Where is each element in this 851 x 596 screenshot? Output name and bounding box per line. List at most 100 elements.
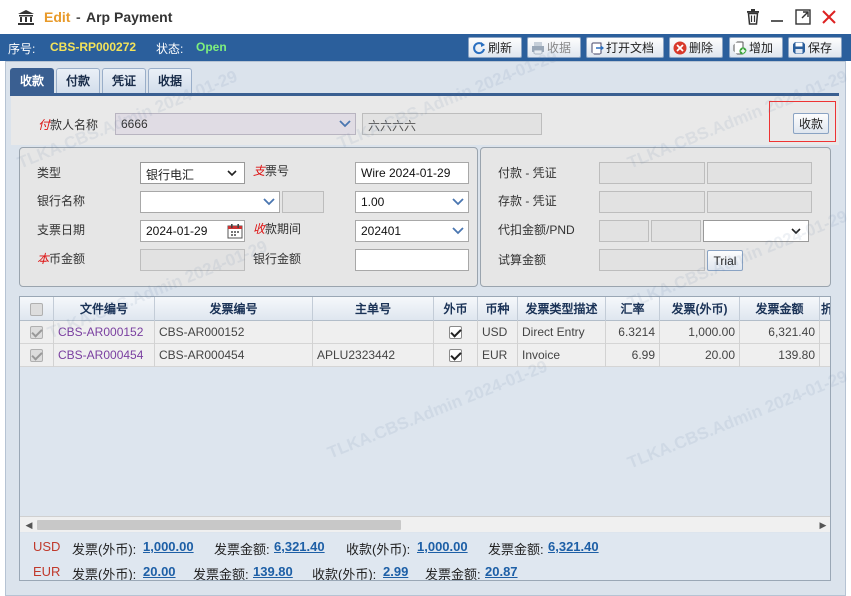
- col-invoice-no[interactable]: 发票编号: [155, 297, 313, 321]
- summary-currency: EUR: [33, 564, 61, 579]
- col-master-no[interactable]: 主单号: [313, 297, 434, 321]
- tab-voucher[interactable]: 凭证: [102, 68, 146, 94]
- payer-label-text: 款人名称: [50, 118, 99, 132]
- trash-icon[interactable]: [744, 8, 762, 26]
- withholding-label: 代扣金额/PND: [498, 223, 575, 237]
- summary-rcv-amount-link[interactable]: 20.87: [485, 564, 518, 579]
- select-all-checkbox[interactable]: [30, 303, 43, 317]
- horizontal-scrollbar[interactable]: ◀ ▶: [20, 516, 830, 532]
- deposit-voucher-field-2: [707, 191, 812, 213]
- summary-inv-amount-link[interactable]: 139.80: [253, 564, 293, 579]
- scrollbar-thumb[interactable]: [37, 520, 401, 530]
- currency-cell: USD: [478, 321, 518, 344]
- chevron-down-icon[interactable]: [448, 221, 468, 241]
- payer-code-combo[interactable]: 6666: [115, 113, 356, 135]
- summary-rcv-foreign-link[interactable]: 2.99: [383, 564, 408, 579]
- collect-button[interactable]: 收款: [793, 113, 829, 134]
- payer-name-value: 六六六六: [368, 119, 417, 133]
- payer-section: 付款人名称 6666 六六六六 收款: [11, 96, 839, 145]
- receive-period-combo[interactable]: 202401: [355, 220, 469, 242]
- tab-receive[interactable]: 收款: [10, 68, 54, 94]
- summary-inv-amount-link[interactable]: 6,321.40: [274, 539, 325, 554]
- col-rate[interactable]: 汇率: [606, 297, 660, 321]
- trial-button[interactable]: Trial: [707, 250, 743, 271]
- calendar-icon[interactable]: [227, 223, 243, 239]
- summary-inv-amount-label: 发票金额:: [214, 542, 270, 557]
- tab-receipt[interactable]: 收据: [148, 68, 192, 94]
- col-invoice-type[interactable]: 发票类型描述: [518, 297, 606, 321]
- foreign-checkbox[interactable]: [449, 326, 462, 340]
- scroll-right-icon[interactable]: ▶: [817, 519, 829, 531]
- master-no-cell: [313, 321, 434, 344]
- summary-rcv-foreign-label: 收款(外币):: [346, 542, 411, 557]
- table-row[interactable]: CBS-AR000454 CBS-AR000454 APLU2323442 EU…: [20, 344, 830, 367]
- row-checkbox[interactable]: [30, 326, 43, 340]
- col-foreign[interactable]: 外币: [434, 297, 478, 321]
- col-discount[interactable]: 折: [820, 297, 830, 321]
- chevron-down-icon[interactable]: [259, 192, 279, 212]
- summary-inv-foreign-label: 发票(外币):: [72, 542, 137, 557]
- cheque-date-field[interactable]: 2024-01-29: [140, 220, 245, 242]
- row-select-cell[interactable]: [20, 321, 54, 344]
- window-title: Arp Payment: [86, 9, 173, 25]
- select-all-header[interactable]: [20, 297, 54, 321]
- tab-pay[interactable]: 付款: [56, 68, 100, 94]
- summary-rcv-foreign-label: 收款(外币):: [312, 567, 377, 581]
- save-icon: [793, 41, 805, 54]
- save-label: 保存: [808, 41, 833, 55]
- doc-no-link[interactable]: CBS-AR000152: [54, 321, 155, 344]
- exchange-rate-combo[interactable]: 1.00: [355, 191, 469, 213]
- maximize-icon[interactable]: [794, 8, 812, 26]
- refresh-button[interactable]: 刷新: [468, 37, 522, 58]
- summary-rcv-foreign-link[interactable]: 1,000.00: [417, 539, 468, 554]
- bank-name-label: 银行名称: [37, 194, 86, 208]
- foreign-cell[interactable]: [434, 344, 478, 367]
- add-button[interactable]: 增加: [729, 37, 783, 58]
- open-document-icon: [591, 42, 604, 54]
- summary-rcv-amount-link[interactable]: 6,321.40: [548, 539, 599, 554]
- save-button[interactable]: 保存: [788, 37, 842, 58]
- foreign-checkbox[interactable]: [449, 349, 462, 363]
- chevron-down-icon[interactable]: [448, 192, 468, 212]
- serial-label: 序号:: [8, 42, 36, 56]
- summary-row-usd: USD 发票(外币): 1,000.00 发票金额: 6,321.40 收款(外…: [20, 534, 830, 558]
- row-checkbox[interactable]: [30, 349, 43, 363]
- serial-value: CBS-RP000272: [50, 40, 137, 54]
- receive-period-value: 202401: [361, 224, 402, 238]
- totals-summary: USD 发票(外币): 1,000.00 发票金额: 6,321.40 收款(外…: [20, 533, 830, 581]
- cheque-date-label: 支票日期: [37, 223, 86, 237]
- base-amount-label: 本币金额: [37, 250, 85, 267]
- delete-icon: [673, 41, 687, 54]
- cheque-no-field[interactable]: Wire 2024-01-29: [355, 162, 469, 184]
- close-icon[interactable]: [820, 8, 838, 26]
- col-doc-no[interactable]: 文件编号: [54, 297, 155, 321]
- row-select-cell[interactable]: [20, 344, 54, 367]
- summary-inv-foreign-link[interactable]: 20.00: [143, 564, 176, 579]
- delete-button[interactable]: 删除: [669, 37, 723, 58]
- rate-cell: 6.99: [606, 344, 660, 367]
- type-select[interactable]: 银行电汇: [140, 162, 245, 184]
- bank-name-combo[interactable]: [140, 191, 280, 213]
- type-value: 银行电汇: [146, 168, 195, 182]
- chevron-down-icon[interactable]: [335, 114, 355, 134]
- foreign-cell[interactable]: [434, 321, 478, 344]
- open-document-button[interactable]: 打开文档: [586, 37, 664, 58]
- withholding-field-2: [651, 220, 701, 242]
- deposit-voucher-label: 存款 - 凭证: [498, 194, 557, 208]
- table-row[interactable]: CBS-AR000152 CBS-AR000152 USD Direct Ent…: [20, 321, 830, 344]
- bank-amount-field[interactable]: [355, 249, 469, 271]
- scroll-left-icon[interactable]: ◀: [23, 519, 35, 531]
- withholding-select[interactable]: [703, 220, 809, 242]
- base-amount-text: 币金额: [49, 252, 86, 266]
- summary-inv-foreign-link[interactable]: 1,000.00: [143, 539, 194, 554]
- cheque-no-value: Wire 2024-01-29: [361, 166, 451, 180]
- cheque-no-text: 票号: [265, 164, 290, 178]
- col-invoice-foreign[interactable]: 发票(外币): [660, 297, 740, 321]
- receipt-button[interactable]: 收据: [527, 37, 581, 58]
- col-currency[interactable]: 币种: [478, 297, 518, 321]
- invoice-type-cell: Direct Entry: [518, 321, 606, 344]
- minimize-icon[interactable]: [768, 8, 786, 26]
- doc-no-link[interactable]: CBS-AR000454: [54, 344, 155, 367]
- summary-rcv-amount-label: 发票金额:: [425, 567, 481, 581]
- col-invoice-amount[interactable]: 发票金额: [740, 297, 820, 321]
